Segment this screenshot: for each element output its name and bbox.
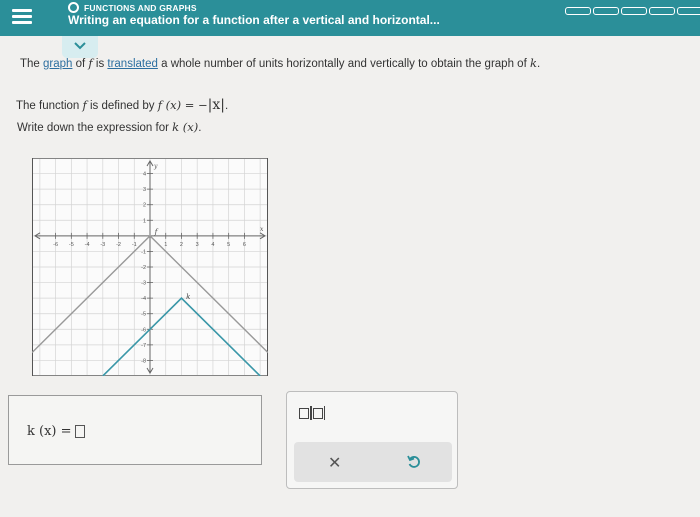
lesson-title: Writing an equation for a function after… xyxy=(68,13,440,27)
answer-input[interactable] xyxy=(74,425,85,438)
topic-label: FUNCTIONS AND GRAPHS xyxy=(84,2,197,13)
y-tick-label: -1 xyxy=(141,249,146,255)
progress-indicator xyxy=(565,7,700,15)
clear-button[interactable]: ✕ xyxy=(328,453,341,473)
y-tick-label: 3 xyxy=(143,187,146,193)
x-tick-label: 1 xyxy=(164,242,167,248)
answer-label: k (x) = xyxy=(27,424,85,439)
function-definition: The function f is defined by f (x) = −|x… xyxy=(16,97,229,113)
progress-segment xyxy=(621,7,647,15)
y-tick-label: 2 xyxy=(143,203,146,209)
x-tick-label: 4 xyxy=(211,242,214,248)
y-axis-label: y xyxy=(153,163,158,170)
math-tools-panel: ✕ xyxy=(286,391,458,489)
y-tick-label: -2 xyxy=(141,265,146,271)
y-tick-label: 1 xyxy=(143,218,146,224)
x-tick-label: -4 xyxy=(85,242,90,248)
x-tick-label: 5 xyxy=(227,242,230,248)
coordinate-graph: -6 -5 -4 -3 -2 -1 1 2 3 4 5 64321-1-2-3-4-5-6-7-8xy… xyxy=(32,158,268,376)
progress-segment xyxy=(593,7,619,15)
y-tick-label: -4 xyxy=(141,296,146,302)
answer-area[interactable]: k (x) = xyxy=(8,395,262,465)
x-tick-label: 2 xyxy=(180,242,183,248)
absolute-value-tool-button[interactable] xyxy=(299,406,325,420)
x-tick-label: 3 xyxy=(196,242,199,248)
y-tick-label: 4 xyxy=(143,172,146,178)
collapse-toggle[interactable] xyxy=(62,36,98,58)
x-tick-label: -3 xyxy=(100,242,105,248)
y-tick-label: -3 xyxy=(141,281,146,287)
undo-icon[interactable] xyxy=(406,454,422,470)
menu-icon[interactable] xyxy=(12,9,32,25)
y-tick-label: -8 xyxy=(141,358,146,364)
y-tick-label: -7 xyxy=(141,343,146,349)
glossary-link-translated[interactable]: translated xyxy=(107,58,158,70)
progress-segment xyxy=(565,7,591,15)
topic-circle-icon xyxy=(68,2,79,13)
graph-k-label: k xyxy=(186,293,190,301)
progress-segment xyxy=(649,7,675,15)
x-tick-label: 6 xyxy=(243,242,246,248)
placeholder-box-icon xyxy=(312,407,323,419)
header-bar: FUNCTIONS AND GRAPHS Writing an equation… xyxy=(0,0,700,36)
abs-bar-icon xyxy=(310,406,312,420)
problem-statement: The graph of f is translated a whole num… xyxy=(20,56,541,70)
y-tick-label: -6 xyxy=(141,327,146,333)
progress-segment xyxy=(677,7,700,15)
x-tick-label: -2 xyxy=(116,242,121,248)
x-tick-label: -5 xyxy=(69,242,74,248)
x-tick-label: -1 xyxy=(132,242,137,248)
tools-actions: ✕ xyxy=(294,442,452,482)
abs-bar-icon xyxy=(323,406,325,420)
chevron-down-icon xyxy=(74,42,86,50)
topic-row: FUNCTIONS AND GRAPHS xyxy=(68,2,197,13)
glossary-link-graph[interactable]: graph xyxy=(43,58,72,70)
y-tick-label: -5 xyxy=(141,312,146,318)
placeholder-box-icon xyxy=(299,407,309,419)
instruction: Write down the expression for k (x). xyxy=(17,120,202,134)
x-tick-label: -6 xyxy=(53,242,58,248)
